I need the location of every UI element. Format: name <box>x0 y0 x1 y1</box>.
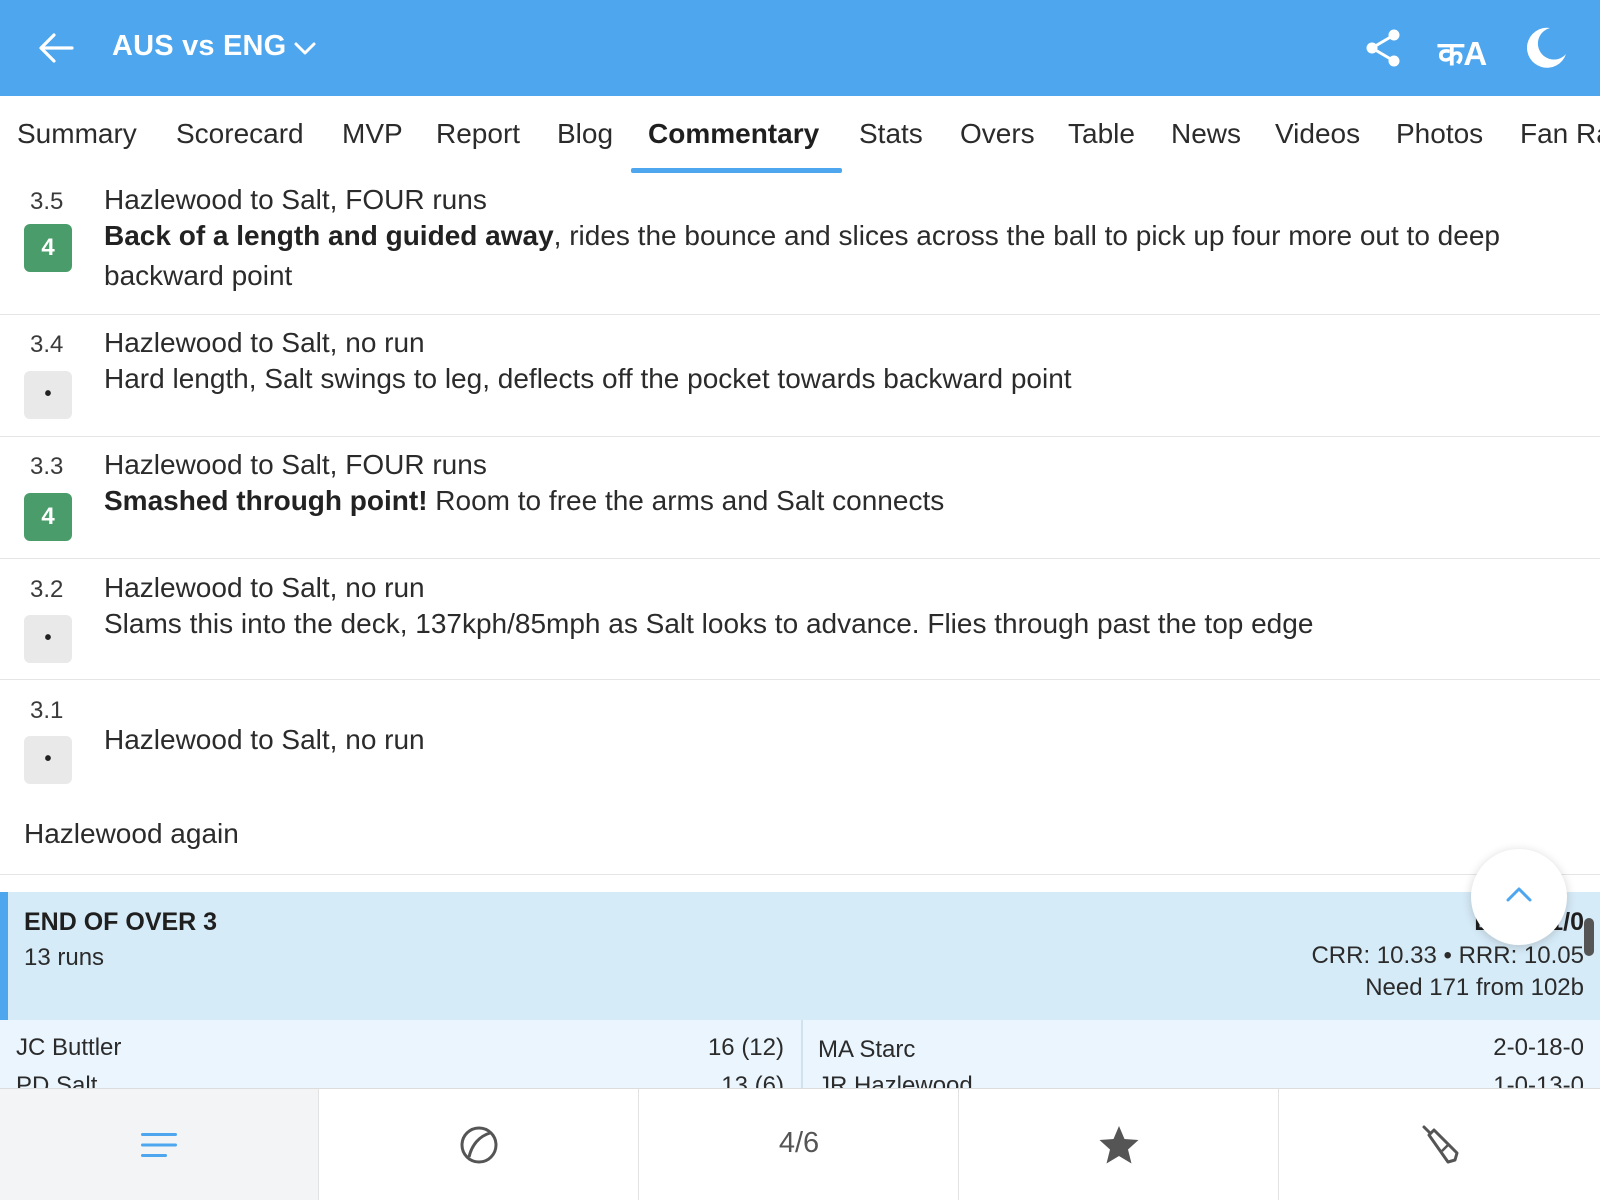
commentary-item: 3.5 4 Hazlewood to Salt, FOUR runs Back … <box>0 174 1600 315</box>
menu-button[interactable] <box>0 1089 319 1200</box>
four-run-badge: 4 <box>24 493 72 541</box>
ball-text: Slams this into the deck, 137kph/85mph a… <box>104 608 1314 639</box>
ball-highlight: Back of a length and guided away <box>104 220 554 251</box>
ball-text: Room to free the arms and Salt connects <box>427 485 945 516</box>
ball-headline: Hazlewood to Salt, no run <box>104 572 425 603</box>
ball-headline: Hazlewood to Salt, FOUR runs <box>104 184 487 215</box>
ball-text: Hard length, Salt swings to leg, deflect… <box>104 363 1072 394</box>
bat-icon <box>1422 1125 1458 1164</box>
ball-headline: Hazlewood to Salt, no run <box>104 724 425 755</box>
scrollbar-thumb[interactable] <box>1584 918 1594 956</box>
run-rates: CRR: 10.33 • RRR: 10.05 <box>1311 942 1584 969</box>
tab-videos[interactable]: Videos <box>1275 118 1360 150</box>
back-arrow-icon[interactable] <box>34 26 78 70</box>
commentary-item: 3.3 4 Hazlewood to Salt, FOUR runs Smash… <box>0 437 1600 559</box>
star-icon <box>1099 1126 1139 1164</box>
chevron-up-icon <box>1506 887 1532 902</box>
runs-required: Need 171 from 102b <box>1365 974 1584 1001</box>
over-player-summary: JC Buttler 16 (12) PD Salt 13 (6) MA Sta… <box>0 1020 1600 1088</box>
divider <box>0 874 1600 875</box>
bowler-name: JR Hazlewood <box>818 1072 973 1088</box>
page-indicator: 4/6 <box>778 1127 820 1159</box>
ball-headline: Hazlewood to Salt, FOUR runs <box>104 449 487 480</box>
over-number: 3.1 <box>30 697 64 724</box>
bowler-name: MA Starc <box>818 1036 916 1063</box>
dot-ball-badge: • <box>24 371 72 419</box>
language-toggle-button[interactable]: कA <box>1438 30 1487 75</box>
commentary-item: 3.4 • Hazlewood to Salt, no run Hard len… <box>0 315 1600 437</box>
ball-icon <box>460 1126 498 1164</box>
column-divider <box>801 1020 803 1088</box>
bowler-figures: 2-0-18-0 <box>1493 1034 1584 1061</box>
ball-description: Smashed through point! Room to free the … <box>104 481 1574 521</box>
dot-ball-badge: • <box>24 615 72 663</box>
tab-scorecard[interactable]: Scorecard <box>176 118 304 150</box>
tab-report[interactable]: Report <box>436 118 520 150</box>
share-icon[interactable] <box>1362 26 1406 70</box>
ball-by-ball-button[interactable] <box>320 1089 639 1200</box>
active-tab-indicator <box>631 168 842 173</box>
dark-mode-moon-icon[interactable] <box>1522 24 1568 70</box>
ball-highlight: Smashed through point! <box>104 485 428 516</box>
batter-score: 13 (6) <box>721 1072 784 1088</box>
over-number: 3.4 <box>30 331 64 358</box>
page-indicator-button[interactable]: 4/6 <box>640 1089 959 1200</box>
tab-mvp[interactable]: MVP <box>342 118 403 150</box>
match-title[interactable]: AUS vs ENG <box>112 30 286 63</box>
over-number: 3.5 <box>30 188 64 215</box>
four-run-badge: 4 <box>24 224 72 272</box>
bowler-figures: 1-0-13-0 <box>1493 1072 1584 1088</box>
app-bar: AUS vs ENG कA <box>0 0 1600 96</box>
over-number: 3.2 <box>30 576 64 603</box>
ball-description: Slams this into the deck, 137kph/85mph a… <box>104 604 1574 644</box>
tab-news[interactable]: News <box>1171 118 1241 150</box>
tab-table[interactable]: Table <box>1068 118 1135 150</box>
cricket-button[interactable] <box>1280 1089 1599 1200</box>
batter-name: JC Buttler <box>16 1034 122 1061</box>
dot-ball-badge: • <box>24 736 72 784</box>
tab-overs[interactable]: Overs <box>960 118 1035 150</box>
tab-fan-ratings[interactable]: Fan Ra <box>1520 118 1600 150</box>
tab-blog[interactable]: Blog <box>557 118 613 150</box>
ball-headline: Hazlewood to Salt, no run <box>104 327 425 358</box>
tab-stats[interactable]: Stats <box>859 118 923 150</box>
over-runs: 13 runs <box>24 944 105 971</box>
tab-photos[interactable]: Photos <box>1396 118 1483 150</box>
over-number: 3.3 <box>30 453 64 480</box>
bottom-nav: 4/6 <box>0 1088 1600 1200</box>
chevron-down-icon[interactable] <box>292 36 318 62</box>
favorite-button[interactable] <box>960 1089 1279 1200</box>
tab-commentary[interactable]: Commentary <box>648 118 819 150</box>
scroll-to-top-button[interactable] <box>1471 849 1567 945</box>
end-of-over-panel: END OF OVER 3 13 runs ENG 31/0 CRR: 10.3… <box>0 892 1600 1020</box>
ball-description: Back of a length and guided away, rides … <box>104 216 1574 296</box>
commentary-note: Hazlewood again <box>24 818 239 849</box>
menu-icon <box>141 1133 177 1157</box>
match-tabs: Summary Scorecard MVP Report Blog Commen… <box>0 96 1600 174</box>
batter-name: PD Salt <box>16 1072 98 1088</box>
commentary-item: 3.1 • Hazlewood to Salt, no run <box>0 680 1600 790</box>
ball-description: Hard length, Salt swings to leg, deflect… <box>104 359 1574 399</box>
end-of-over-title: END OF OVER 3 <box>24 908 218 936</box>
batter-score: 16 (12) <box>707 1034 784 1061</box>
commentary-item: 3.2 • Hazlewood to Salt, no run Slams th… <box>0 559 1600 680</box>
tab-summary[interactable]: Summary <box>17 118 137 150</box>
